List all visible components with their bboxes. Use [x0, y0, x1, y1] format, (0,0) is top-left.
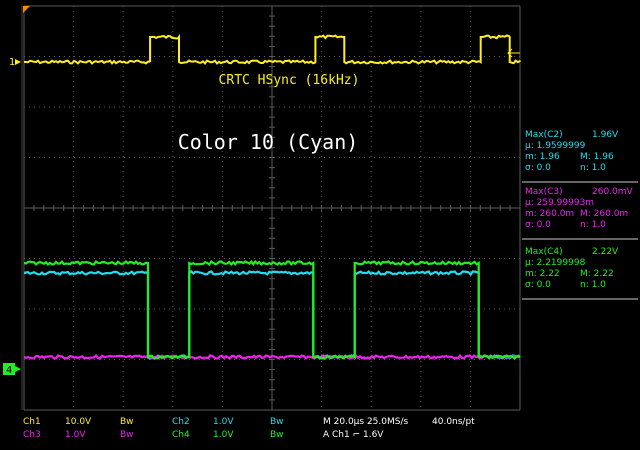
ch1-bw: Bw: [120, 417, 134, 427]
measurement-max: M: 1.96: [580, 152, 614, 162]
measurement-title: Max(C3): [525, 187, 563, 197]
trigger-readout[interactable]: A Ch1 ⌐ 1.6V: [323, 430, 384, 440]
measurement-title: Max(C4): [525, 247, 563, 257]
ch2-label[interactable]: Ch2: [172, 417, 190, 427]
measurement-n: n: 1.0: [580, 280, 606, 290]
measurement-sigma: σ: 0.0: [525, 280, 551, 290]
measurement-value: 2.22V: [592, 247, 619, 257]
measurement-min: m: 1.96: [525, 152, 560, 162]
ch4-bw: Bw: [270, 430, 284, 440]
measurement-mean: μ: 259.99993m: [525, 198, 594, 208]
measurement-n: n: 1.0: [580, 163, 606, 173]
ch1-marker-label: 1: [9, 57, 15, 68]
ch4-scale: 1.0V: [213, 430, 234, 440]
ch2-bw: Bw: [270, 417, 284, 427]
ch3-scale: 1.0V: [65, 430, 86, 440]
measurement-n: n: 1.0: [580, 220, 606, 230]
resolution-readout: 40.0ns/pt: [432, 417, 475, 427]
measurement-min: m: 2.22: [525, 269, 560, 279]
color-annotation: Color 10 (Cyan): [178, 130, 359, 154]
measurement-mean: μ: 1.9599999: [525, 141, 586, 151]
ch3-bw: Bw: [120, 430, 134, 440]
measurement-title: Max(C2): [525, 130, 563, 140]
ch1-scale: 10.0V: [65, 417, 92, 427]
ch3-label[interactable]: Ch3: [23, 430, 41, 440]
measurement-min: m: 260.0m: [525, 209, 574, 219]
measurement-max: M: 260.0m: [580, 209, 628, 219]
measurement-mean: μ: 2.2199998: [525, 258, 586, 268]
ch2-scale: 1.0V: [213, 417, 234, 427]
ch4-marker-label: 4: [6, 365, 12, 376]
measurement-max: M: 2.22: [580, 269, 614, 279]
signal-annotation: CRTC HSync (16kHz): [219, 73, 360, 88]
ch1-label[interactable]: Ch1: [23, 417, 41, 427]
measurement-sigma: σ: 0.0: [525, 220, 551, 230]
measurement-sigma: σ: 0.0: [525, 163, 551, 173]
measurement-value: 1.96V: [592, 130, 619, 140]
timebase-readout[interactable]: M 20.0µs 25.0MS/s: [323, 417, 408, 427]
measurement-value: 260.0mV: [592, 187, 634, 197]
ch4-label[interactable]: Ch4: [172, 430, 190, 440]
oscilloscope-display: 1 4 CRTC HSync (16kHz) Color 10 (Cyan) M…: [0, 0, 640, 450]
